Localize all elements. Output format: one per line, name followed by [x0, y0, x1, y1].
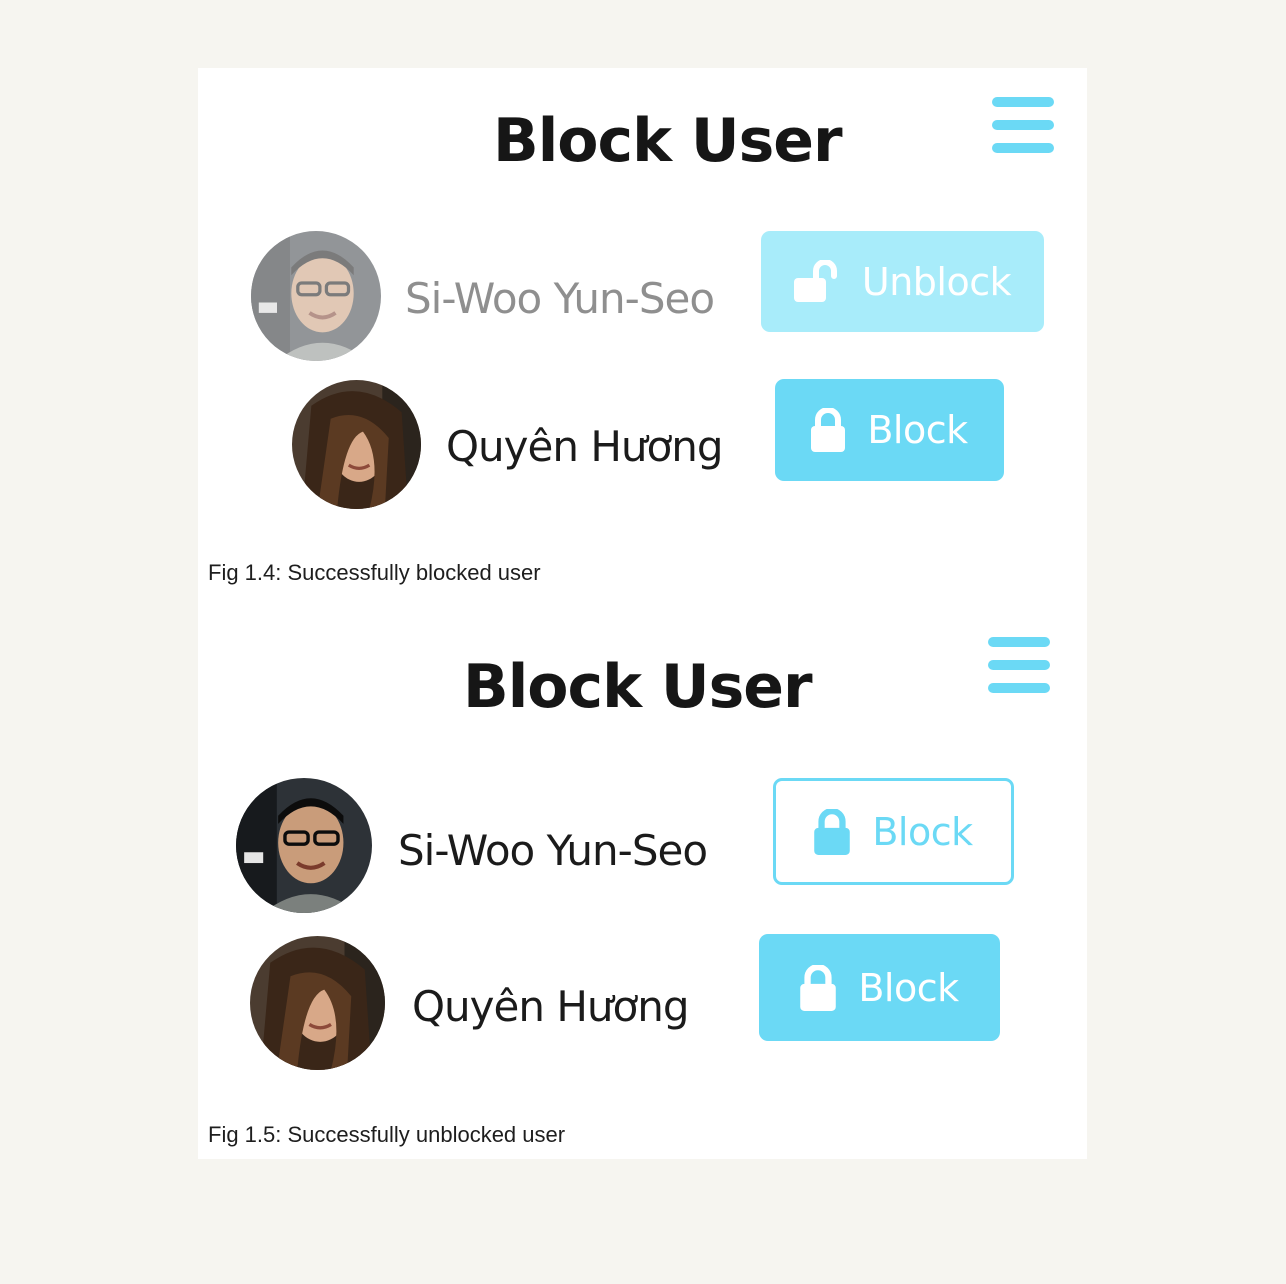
block-button[interactable]: Block	[759, 934, 1000, 1041]
figure-caption: Fig 1.4: Successfully blocked user	[208, 560, 541, 585]
user-name: Quyên Hương	[412, 982, 690, 1031]
page-title: Block User	[463, 652, 813, 722]
figure-caption: Fig 1.5: Successfully unblocked user	[208, 1122, 566, 1147]
hamburger-menu-icon[interactable]	[992, 97, 1054, 153]
block-button[interactable]: Block	[775, 379, 1004, 481]
lock-icon	[800, 964, 837, 1011]
user-name: Si-Woo Yun-Seo	[398, 826, 708, 875]
avatar-si-woo	[236, 778, 372, 913]
block-button[interactable]: Block	[773, 778, 1014, 885]
screenshot-card: Block User Si-Woo Yun-Seo Unblock Quyên …	[198, 68, 1087, 1159]
block-label: Block	[858, 965, 959, 1010]
avatar-quyen	[292, 380, 421, 509]
page-title: Block User	[493, 106, 843, 176]
avatar-si-woo	[251, 231, 381, 361]
unlock-icon	[793, 259, 837, 302]
unblock-label: Unblock	[861, 259, 1012, 304]
hamburger-menu-icon[interactable]	[988, 637, 1050, 693]
block-label: Block	[872, 809, 973, 854]
unblock-button[interactable]: Unblock	[761, 231, 1044, 332]
figure-blocked-user: Block User Si-Woo Yun-Seo Unblock Quyên …	[198, 68, 1087, 598]
figure-unblocked-user: Block User Si-Woo Yun-Seo Block Quyên Hư…	[198, 630, 1087, 1147]
user-name: Quyên Hương	[446, 422, 724, 471]
avatar-quyen	[250, 936, 385, 1070]
lock-icon	[814, 808, 851, 855]
lock-icon	[811, 408, 846, 452]
block-label: Block	[867, 408, 968, 452]
user-name: Si-Woo Yun-Seo	[405, 274, 715, 323]
